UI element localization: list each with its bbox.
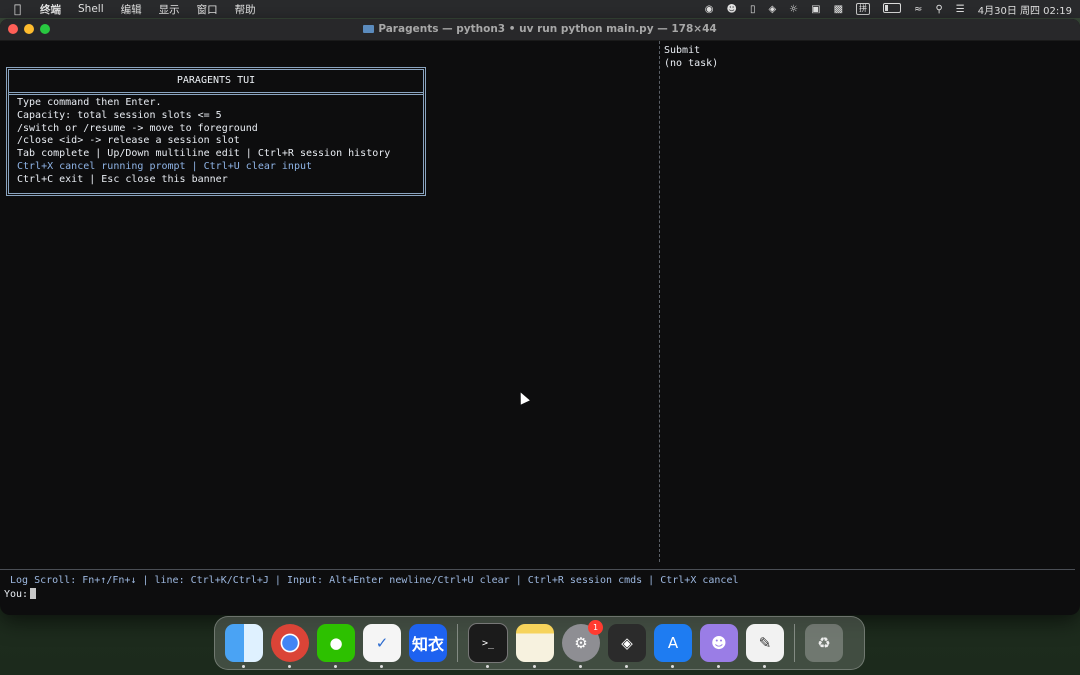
- finder-icon[interactable]: [225, 624, 263, 668]
- cat-icon[interactable]: ☻: [727, 4, 737, 15]
- window-title: Paragents — python3 • uv run python main…: [378, 23, 717, 35]
- dock-separator: [457, 624, 458, 662]
- title-bar[interactable]: Paragents — python3 • uv run python main…: [0, 19, 1080, 41]
- terminal-content[interactable]: PARAGENTS TUI Type command then Enter. C…: [0, 41, 1080, 615]
- keybinding-hints: Log Scroll: Fn+↑/Fn+↓ | line: Ctrl+K/Ctr…: [10, 575, 739, 586]
- menu-help[interactable]: 帮助: [235, 2, 256, 17]
- control-center-icon[interactable]: ☰: [956, 4, 965, 15]
- menu-window[interactable]: 窗口: [197, 2, 218, 17]
- text-icon[interactable]: ▣: [811, 4, 820, 15]
- input-prompt[interactable]: You:: [4, 588, 37, 600]
- wechat-icon[interactable]: ☼: [789, 4, 798, 15]
- prompt-label: You:: [4, 589, 29, 600]
- task-panel-heading: Submit: [664, 45, 701, 56]
- banner-line: /close <id> -> release a session slot: [17, 135, 240, 147]
- textedit-icon[interactable]: ✎: [746, 624, 784, 668]
- cube-icon[interactable]: ◈: [768, 4, 776, 15]
- zhiyi-icon[interactable]: 知衣: [409, 624, 447, 662]
- search-icon[interactable]: ⚲: [935, 4, 942, 15]
- input-method-icon[interactable]: 拼: [856, 3, 871, 15]
- clock[interactable]: 4月30日 周四 02:19: [978, 2, 1072, 17]
- banner-line: Type command then Enter.: [17, 97, 162, 108]
- banner-title: PARAGENTS TUI: [9, 70, 423, 95]
- screenshot-icon[interactable]: ▩: [834, 4, 843, 15]
- cat-app-icon[interactable]: ☻: [700, 624, 738, 668]
- menu-bar:  终端 Shell 编辑 显示 窗口 帮助 ◉ ☻ ▯ ◈ ☼ ▣ ▩ 拼 ≈…: [0, 0, 1080, 18]
- task-panel-status: (no task): [664, 58, 719, 69]
- menu-view[interactable]: 显示: [159, 2, 180, 17]
- notes-icon[interactable]: [516, 624, 554, 668]
- folder-icon: [363, 25, 375, 33]
- dock-separator: [794, 624, 795, 662]
- wechat-icon[interactable]: ●: [317, 624, 355, 668]
- menu-edit[interactable]: 编辑: [121, 2, 142, 17]
- banner-line-highlighted: Ctrl+X cancel running prompt | Ctrl+U cl…: [17, 160, 313, 172]
- pane-divider: [659, 41, 660, 562]
- input-separator: [0, 569, 1075, 570]
- battery-icon[interactable]: [883, 2, 902, 16]
- banner-line: /switch or /resume -> move to foreground: [17, 122, 258, 134]
- wifi-icon[interactable]: ≈: [914, 4, 922, 15]
- banner-line: Capacity: total session slots <= 5: [17, 109, 222, 121]
- menu-terminal[interactable]: 终端: [40, 2, 61, 17]
- trash-icon[interactable]: ♻: [805, 624, 843, 662]
- apple-menu-icon[interactable]: : [14, 2, 28, 16]
- terminal-window: Paragents — python3 • uv run python main…: [0, 19, 1080, 615]
- help-banner: PARAGENTS TUI Type command then Enter. C…: [6, 67, 426, 196]
- banner-line: Tab complete | Up/Down multiline edit | …: [17, 148, 391, 160]
- task-panel: Submit (no task): [664, 44, 718, 70]
- system-settings-icon[interactable]: ⚙ 1: [562, 620, 603, 668]
- text-cursor: [30, 588, 37, 599]
- zhiyi-label: 知衣: [411, 635, 444, 654]
- chrome-icon[interactable]: [271, 624, 309, 668]
- dock: ● ✓ 知衣 >_ ⚙ 1 ◈ A ☻ ✎ ♻: [214, 616, 865, 670]
- banner-line: Ctrl+C exit | Esc close this banner: [17, 173, 228, 185]
- mouse-icon[interactable]: ▯: [750, 4, 756, 15]
- terminal-icon[interactable]: >_: [468, 623, 508, 668]
- record-icon[interactable]: ◉: [705, 4, 714, 15]
- app-store-icon[interactable]: A: [654, 624, 692, 668]
- notification-badge: 1: [588, 620, 603, 635]
- mail-icon[interactable]: ✓: [363, 624, 401, 668]
- menu-shell[interactable]: Shell: [78, 3, 104, 15]
- cube-app-icon[interactable]: ◈: [608, 624, 646, 668]
